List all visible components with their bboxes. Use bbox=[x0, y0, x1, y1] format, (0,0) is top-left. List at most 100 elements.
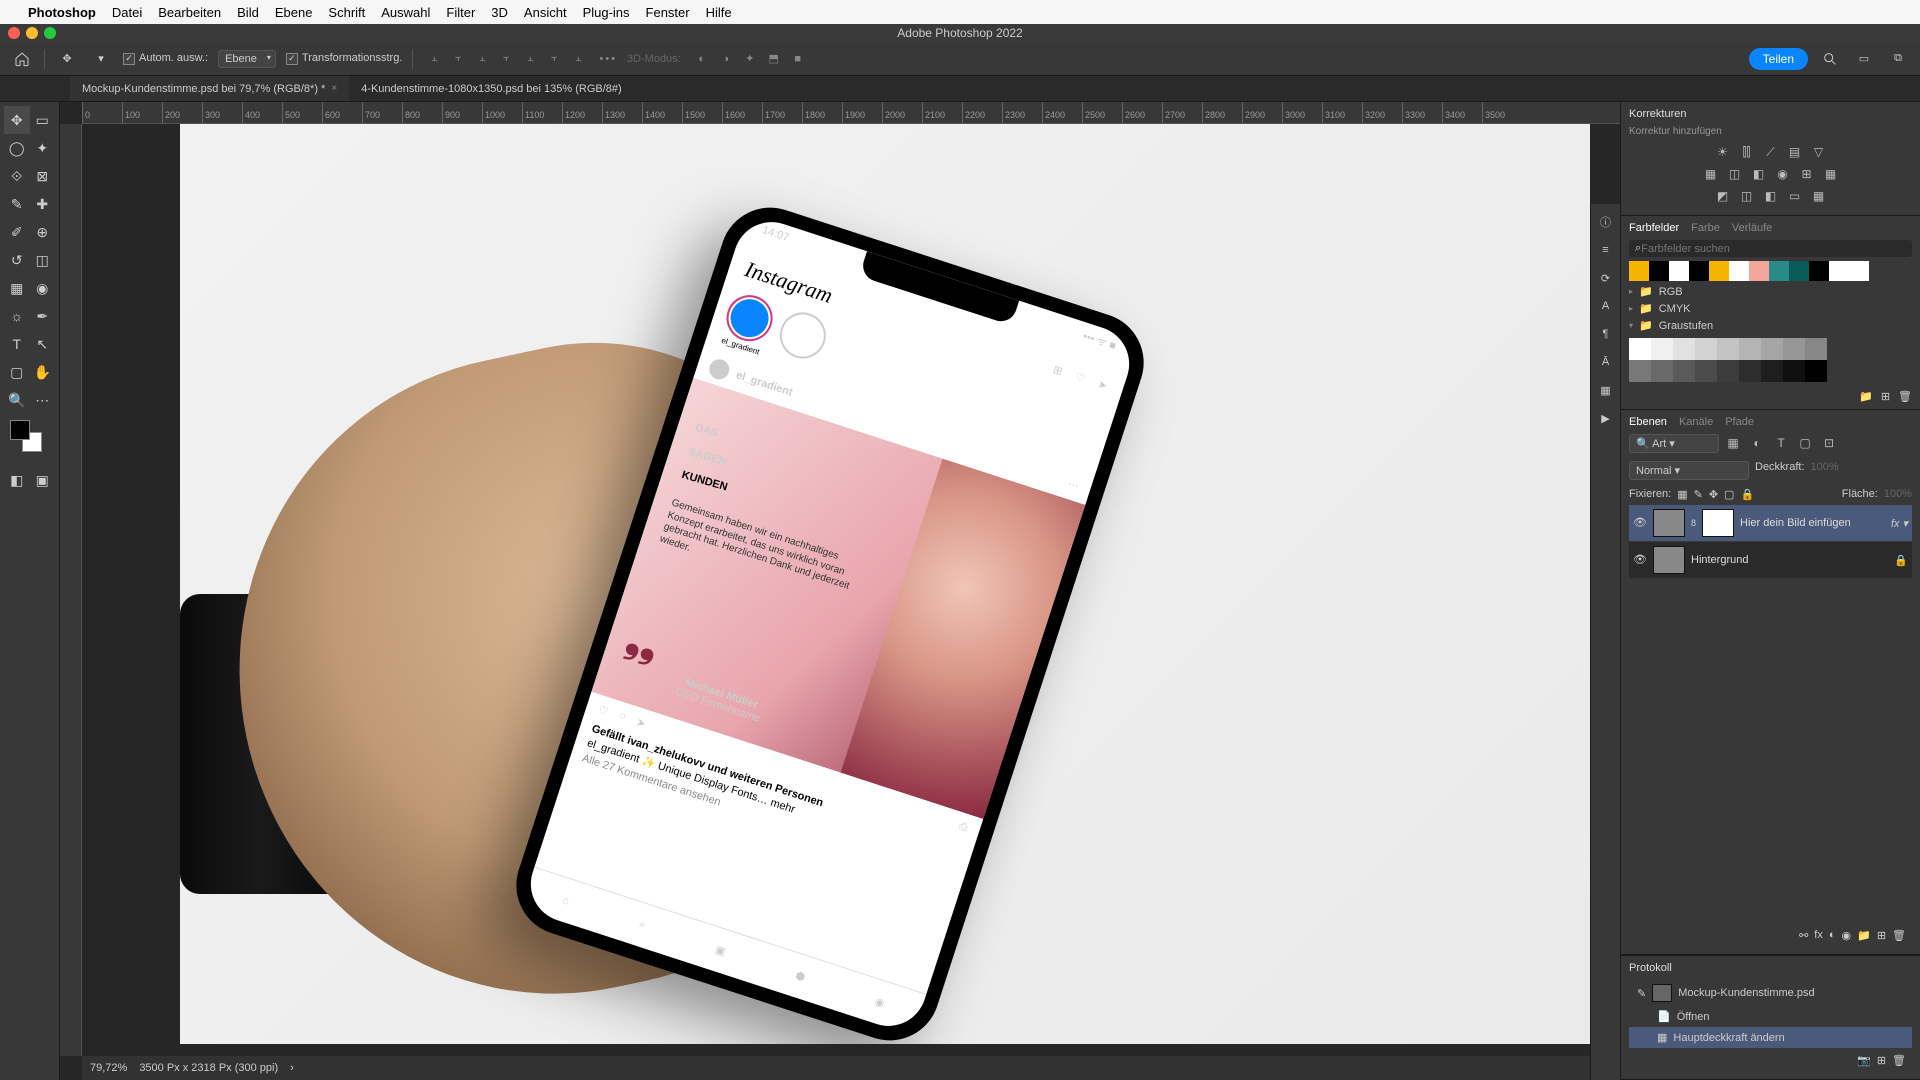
link-layers-icon[interactable]: ⚯ bbox=[1799, 929, 1808, 942]
crop-tool[interactable]: ⟐ bbox=[4, 162, 30, 190]
layer-mask-icon[interactable]: ◐ bbox=[1829, 929, 1836, 942]
tool-preset-dropdown[interactable]: ▾ bbox=[89, 47, 113, 71]
styles-panel-icon[interactable]: ▦ bbox=[1596, 380, 1616, 400]
menu-filter[interactable]: Filter bbox=[446, 5, 475, 20]
align-bottom-icon[interactable]: ⫟ bbox=[543, 48, 565, 70]
gray-swatch[interactable] bbox=[1761, 338, 1783, 360]
path-tool[interactable]: ↖ bbox=[30, 330, 56, 358]
selective-color-icon[interactable]: ▦ bbox=[1809, 187, 1829, 205]
gray-swatch[interactable] bbox=[1739, 338, 1761, 360]
folder-cmyk[interactable]: ▸📁CMYK bbox=[1629, 300, 1912, 317]
gray-swatch[interactable] bbox=[1805, 338, 1827, 360]
arrange-icon[interactable]: ⧉ bbox=[1886, 47, 1910, 71]
folder-rgb[interactable]: ▸📁RGB bbox=[1629, 283, 1912, 300]
posterize-icon[interactable]: ◫ bbox=[1737, 187, 1757, 205]
close-tab-icon[interactable]: × bbox=[331, 83, 337, 94]
filter-adjust-icon[interactable]: ◐ bbox=[1747, 434, 1767, 452]
align-center-h-icon[interactable]: ⫟ bbox=[447, 48, 469, 70]
brush-tool[interactable]: ✐ bbox=[4, 218, 30, 246]
eraser-tool[interactable]: ◫ bbox=[30, 246, 56, 274]
lock-pixels-icon[interactable]: ✎ bbox=[1694, 488, 1703, 501]
menu-fenster[interactable]: Fenster bbox=[646, 5, 690, 20]
color-swatches[interactable] bbox=[10, 420, 50, 460]
document-tab-1[interactable]: Mockup-Kundenstimme.psd bei 79,7% (RGB/8… bbox=[70, 76, 349, 101]
gray-swatch[interactable] bbox=[1717, 360, 1739, 382]
filter-shape-icon[interactable]: ▢ bbox=[1795, 434, 1815, 452]
swatch-search-input[interactable] bbox=[1641, 243, 1906, 255]
opacity-value[interactable]: 100% bbox=[1811, 461, 1839, 480]
camera-icon[interactable]: 📷 bbox=[1857, 1054, 1871, 1067]
layer-filter-dropdown[interactable]: 🔍 Art ▾ bbox=[1629, 434, 1719, 453]
menu-auswahl[interactable]: Auswahl bbox=[381, 5, 430, 20]
levels-icon[interactable]: ⫿⫿ bbox=[1737, 143, 1757, 161]
shape-tool[interactable]: ▢ bbox=[4, 358, 30, 386]
channel-mixer-icon[interactable]: ⊞ bbox=[1797, 165, 1817, 183]
lock-all-icon[interactable]: 🔒 bbox=[1740, 488, 1754, 501]
document-canvas[interactable]: 14:07••• ᯤ ■ Instagram ⊞♡➤ el_gradient e… bbox=[180, 124, 1590, 1044]
new-snapshot-icon[interactable]: ⊞ bbox=[1877, 1054, 1886, 1067]
gray-swatch[interactable] bbox=[1739, 360, 1761, 382]
visibility-icon[interactable]: 👁 bbox=[1633, 516, 1647, 530]
filter-pixel-icon[interactable]: ▦ bbox=[1723, 434, 1743, 452]
tab-kanaele[interactable]: Kanäle bbox=[1679, 416, 1713, 428]
delete-history-icon[interactable]: 🗑 bbox=[1892, 1054, 1906, 1067]
history-brush-tool[interactable]: ↺ bbox=[4, 246, 30, 274]
color-balance-icon[interactable]: ◫ bbox=[1725, 165, 1745, 183]
properties-panel-icon[interactable]: ⟳ bbox=[1596, 268, 1616, 288]
adjustments-panel-icon[interactable]: ≡ bbox=[1596, 240, 1616, 260]
vibrance-icon[interactable]: ▽ bbox=[1809, 143, 1829, 161]
blur-tool[interactable]: ◉ bbox=[30, 274, 56, 302]
type-tool[interactable]: T bbox=[4, 330, 30, 358]
align-right-icon[interactable]: ⫠ bbox=[471, 48, 493, 70]
fx-icon[interactable]: fx ▾ bbox=[1891, 517, 1908, 530]
menu-app[interactable]: Photoshop bbox=[28, 5, 96, 20]
zoom-level[interactable]: 79,72% bbox=[90, 1062, 127, 1074]
menu-ebene[interactable]: Ebene bbox=[275, 5, 313, 20]
ruler-horizontal[interactable]: 0100200300400500600700800900100011001200… bbox=[82, 102, 1620, 124]
gray-swatch[interactable] bbox=[1629, 338, 1651, 360]
tab-farbfelder[interactable]: Farbfelder bbox=[1629, 222, 1679, 234]
frame-tool[interactable]: ⊠ bbox=[30, 162, 56, 190]
new-swatch-icon[interactable]: ⊞ bbox=[1881, 390, 1890, 403]
color-swatch[interactable] bbox=[1769, 261, 1789, 281]
color-swatch[interactable] bbox=[1829, 261, 1849, 281]
foreground-color[interactable] bbox=[10, 420, 30, 440]
gray-swatch[interactable] bbox=[1651, 338, 1673, 360]
new-folder-icon[interactable]: 📁 bbox=[1859, 390, 1873, 403]
color-swatch[interactable] bbox=[1649, 261, 1669, 281]
move-tool[interactable]: ✥ bbox=[4, 106, 30, 134]
tab-ebenen[interactable]: Ebenen bbox=[1629, 416, 1667, 428]
menu-schrift[interactable]: Schrift bbox=[328, 5, 365, 20]
brightness-icon[interactable]: ☀ bbox=[1713, 143, 1733, 161]
menu-plugins[interactable]: Plug-ins bbox=[583, 5, 630, 20]
grayscale-swatches[interactable] bbox=[1629, 338, 1829, 382]
tab-pfade[interactable]: Pfade bbox=[1725, 416, 1754, 428]
blend-mode-dropdown[interactable]: Normal ▾ bbox=[1629, 461, 1749, 480]
document-tab-2[interactable]: 4-Kundenstimme-1080x1350.psd bei 135% (R… bbox=[349, 76, 633, 101]
menu-hilfe[interactable]: Hilfe bbox=[706, 5, 732, 20]
hand-tool[interactable]: ✋ bbox=[30, 358, 56, 386]
lock-icon[interactable]: 🔒 bbox=[1894, 554, 1908, 567]
color-swatch[interactable] bbox=[1689, 261, 1709, 281]
more-options-icon[interactable]: ••• bbox=[599, 53, 617, 65]
distribute-icon[interactable]: ⫠ bbox=[567, 48, 589, 70]
swatch-search[interactable]: ⌕ bbox=[1629, 240, 1912, 257]
healing-tool[interactable]: ✚ bbox=[30, 190, 56, 218]
color-swatch[interactable] bbox=[1729, 261, 1749, 281]
invert-icon[interactable]: ◩ bbox=[1713, 187, 1733, 205]
layer-thumbnail[interactable] bbox=[1653, 546, 1685, 574]
screen-mode-tool[interactable]: ▣ bbox=[30, 466, 56, 494]
fill-value[interactable]: 100% bbox=[1884, 488, 1912, 501]
filter-smart-icon[interactable]: ⊡ bbox=[1819, 434, 1839, 452]
align-center-v-icon[interactable]: ⫠ bbox=[519, 48, 541, 70]
layer-fx-icon[interactable]: fx bbox=[1814, 929, 1823, 942]
color-swatch[interactable] bbox=[1809, 261, 1829, 281]
gray-swatch[interactable] bbox=[1783, 338, 1805, 360]
layer-thumbnail[interactable] bbox=[1653, 509, 1685, 537]
layer-mask-thumbnail[interactable] bbox=[1702, 509, 1734, 537]
layer-row[interactable]: 👁 Hintergrund 🔒 bbox=[1629, 542, 1912, 578]
eyedropper-tool[interactable]: ✎ bbox=[4, 190, 30, 218]
lasso-tool[interactable]: ◯ bbox=[4, 134, 30, 162]
threshold-icon[interactable]: ◧ bbox=[1761, 187, 1781, 205]
new-group-icon[interactable]: 📁 bbox=[1857, 929, 1871, 942]
